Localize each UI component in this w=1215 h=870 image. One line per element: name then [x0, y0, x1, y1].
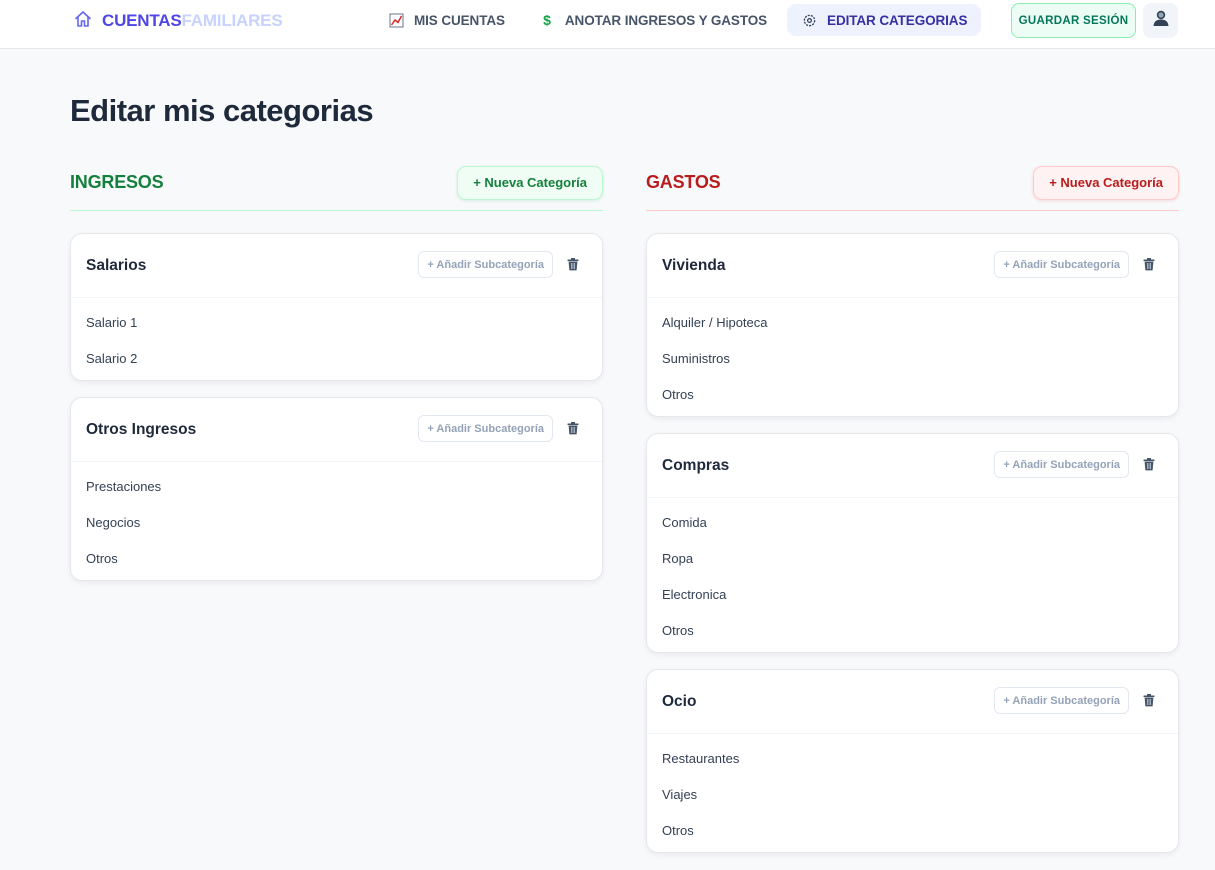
add-subcategory-button[interactable]: + Añadir Subcategoría [994, 251, 1129, 278]
category-card-header: Salarios + Añadir Subcategoría [71, 234, 602, 298]
new-gasto-category-button[interactable]: + Nueva Categoría [1033, 165, 1179, 200]
subcategory-list: Comida Ropa Electronica Otros [647, 498, 1178, 652]
nav-editar-categorias[interactable]: EDITAR CATEGORIAS [787, 4, 982, 36]
subcategory-item[interactable]: Alquiler / Hipoteca [662, 304, 1163, 340]
gastos-header: GASTOS + Nueva Categoría [646, 165, 1179, 211]
add-subcategory-button[interactable]: + Añadir Subcategoría [418, 415, 553, 442]
page-title: Editar mis categorias [70, 93, 374, 128]
category-card: Otros Ingresos + Añadir Subcategoría Prest… [70, 397, 603, 581]
main-nav: MIS CUENTAS $ ANOTAR INGRESOS Y GASTOS E… [374, 4, 982, 36]
subcategory-list: Alquiler / Hipoteca Suministros Otros [647, 298, 1178, 416]
save-session-button[interactable]: GUARDAR SESIÓN [1011, 3, 1136, 38]
subcategory-item[interactable]: Otros [662, 812, 1163, 848]
trash-icon[interactable] [1141, 257, 1157, 273]
subcategory-item[interactable]: Prestaciones [86, 468, 587, 504]
category-card-header: Vivienda + Añadir Subcategoría [647, 234, 1178, 298]
subcategory-item[interactable]: Electronica [662, 576, 1163, 612]
user-icon [1151, 8, 1171, 33]
nav-label: EDITAR CATEGORIAS [827, 12, 968, 28]
top-navbar: CUENTASFAMILIARES MIS CUENTAS $ ANOTAR I… [0, 0, 1215, 49]
nav-anotar[interactable]: $ ANOTAR INGRESOS Y GASTOS [525, 4, 781, 36]
subcategory-list: Salario 1 Salario 2 [71, 298, 602, 380]
category-name: Compras [662, 456, 730, 474]
subcategory-item[interactable]: Suministros [662, 340, 1163, 376]
logo-text-secondary: FAMILIARES [181, 11, 283, 30]
gastos-title: GASTOS [646, 172, 721, 192]
gastos-cards: Vivienda + Añadir Subcategoría Alquiler / … [646, 233, 1179, 853]
dollar-icon: $ [543, 12, 551, 28]
subcategory-item[interactable]: Otros [662, 376, 1163, 412]
avatar-button[interactable] [1143, 3, 1178, 38]
category-card-header: Otros Ingresos + Añadir Subcategoría [71, 398, 602, 462]
trash-icon[interactable] [565, 257, 581, 273]
gastos-column: GASTOS + Nueva Categoría Vivienda + Añadi… [646, 165, 1179, 853]
trash-icon[interactable] [1141, 693, 1157, 709]
category-card: Compras + Añadir Subcategoría Comida Ropa El… [646, 433, 1179, 653]
subcategory-item[interactable]: Negocios [86, 504, 587, 540]
category-card: Vivienda + Añadir Subcategoría Alquiler / … [646, 233, 1179, 417]
category-actions: + Añadir Subcategoría [994, 687, 1163, 714]
subcategory-item[interactable]: Viajes [662, 776, 1163, 812]
nav-mis-cuentas[interactable]: MIS CUENTAS [374, 4, 519, 36]
add-subcategory-button[interactable]: + Añadir Subcategoría [994, 687, 1129, 714]
subcategory-item[interactable]: Otros [662, 612, 1163, 648]
add-subcategory-button[interactable]: + Añadir Subcategoría [994, 451, 1129, 478]
category-card: Ocio + Añadir Subcategoría Restaurantes Via… [646, 669, 1179, 853]
ingresos-cards: Salarios + Añadir Subcategoría Salario 1 Sa… [70, 233, 603, 581]
trash-icon[interactable] [565, 421, 581, 437]
category-card-header: Ocio + Añadir Subcategoría [647, 670, 1178, 734]
category-name: Otros Ingresos [86, 420, 197, 438]
subcategory-list: Restaurantes Viajes Otros [647, 734, 1178, 852]
category-name: Ocio [662, 692, 697, 710]
gear-icon [801, 12, 817, 28]
subcategory-item[interactable]: Salario 1 [86, 304, 587, 340]
home-icon [73, 9, 93, 34]
subcategory-item[interactable]: Otros [86, 540, 587, 576]
category-actions: + Añadir Subcategoría [994, 451, 1163, 478]
app-logo[interactable]: CUENTASFAMILIARES [73, 9, 283, 34]
nav-label: MIS CUENTAS [414, 12, 505, 28]
new-ingreso-category-button[interactable]: + Nueva Categoría [457, 165, 603, 200]
category-name: Salarios [86, 256, 147, 274]
category-name: Vivienda [662, 256, 726, 274]
ingresos-header: INGRESOS + Nueva Categoría [70, 165, 603, 211]
add-subcategory-button[interactable]: + Añadir Subcategoría [418, 251, 553, 278]
trash-icon[interactable] [1141, 457, 1157, 473]
chart-icon [388, 12, 404, 28]
category-actions: + Añadir Subcategoría [994, 251, 1163, 278]
subcategory-item[interactable]: Salario 2 [86, 340, 587, 376]
ingresos-title: INGRESOS [70, 172, 164, 192]
logo-text: CUENTASFAMILIARES [102, 11, 283, 31]
category-actions: + Añadir Subcategoría [418, 415, 587, 442]
category-card: Salarios + Añadir Subcategoría Salario 1 Sa… [70, 233, 603, 381]
nav-label: ANOTAR INGRESOS Y GASTOS [564, 12, 768, 28]
subcategory-item[interactable]: Ropa [662, 540, 1163, 576]
subcategory-list: Prestaciones Negocios Otros [71, 462, 602, 580]
subcategory-item[interactable]: Restaurantes [662, 740, 1163, 776]
category-actions: + Añadir Subcategoría [418, 251, 587, 278]
logo-text-primary: CUENTAS [102, 11, 182, 30]
category-card-header: Compras + Añadir Subcategoría [647, 434, 1178, 498]
ingresos-column: INGRESOS + Nueva Categoría Salarios + Aña… [70, 165, 603, 581]
subcategory-item[interactable]: Comida [662, 504, 1163, 540]
